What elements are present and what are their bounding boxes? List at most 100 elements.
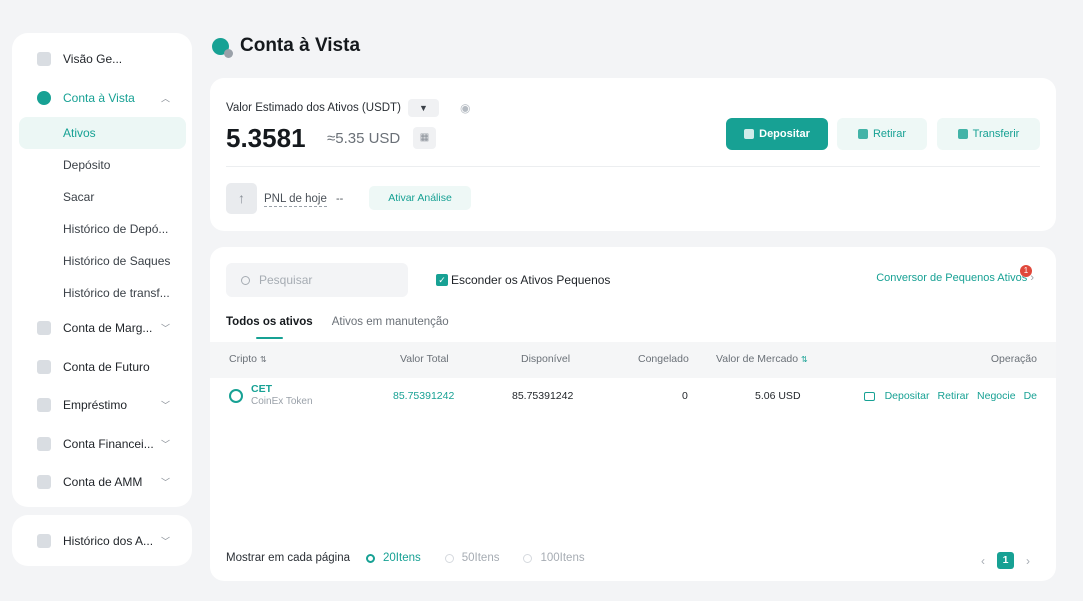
page-header: Conta à Vista	[212, 35, 361, 58]
search-placeholder: Pesquisar	[259, 273, 313, 287]
sidebar-subitem-deposit[interactable]: Depósito	[12, 149, 192, 181]
margin-icon	[37, 321, 51, 336]
coin-full-name: CoinEx Token	[251, 396, 313, 407]
op-trade-link[interactable]: Negocie	[977, 390, 1016, 402]
column-header-crypto[interactable]: Cripto ⇅	[229, 353, 267, 365]
divider	[226, 166, 1040, 167]
page-number-button[interactable]: 1	[997, 552, 1014, 569]
sidebar-subitem-transfer-history[interactable]: Histórico de transf...	[12, 277, 192, 309]
sidebar-history-card: Histórico dos A... ﹀	[12, 515, 192, 566]
chevron-down-icon: ﹀	[160, 477, 170, 488]
table-row: CET CoinEx Token 85.75391242 85.75391242…	[210, 378, 1056, 416]
arrow-up-icon: ↑	[226, 183, 257, 214]
radio-icon	[444, 553, 454, 563]
transfer-button-label: Transferir	[972, 128, 1020, 140]
sidebar-item-margin[interactable]: Conta de Marg... ﹀	[12, 309, 192, 348]
estimated-value-text: Valor Estimado dos Ativos (USDT)	[226, 102, 401, 114]
currency-dropdown[interactable]: ▼	[407, 99, 439, 117]
search-icon	[241, 275, 250, 285]
sidebar-item-futures[interactable]: Conta de Futuro	[12, 348, 192, 387]
column-header-available: Disponível	[521, 353, 571, 365]
converter-label: Conversor de Pequenos Ativos	[876, 272, 1028, 284]
sidebar: Visão Ge... Conta à Vista ︿ Ativos Depós…	[12, 33, 192, 507]
balance-value: 5.3581	[226, 123, 306, 153]
column-label: Cripto	[229, 353, 258, 365]
chevron-down-icon: ﹀	[160, 439, 170, 450]
sidebar-item-overview[interactable]: Visão Ge...	[12, 40, 192, 79]
table-header: Cripto ⇅ Valor Total Disponível Congelad…	[210, 342, 1056, 378]
small-assets-converter-link[interactable]: Conversor de Pequenos Ativos ›	[876, 272, 1034, 284]
deposit-button[interactable]: Depositar	[726, 118, 828, 150]
transfer-button[interactable]: Transferir	[937, 118, 1040, 150]
chart-icon[interactable]: ▦	[413, 127, 436, 149]
available-cell: 85.75391242	[512, 390, 574, 402]
pnl-value: --	[336, 193, 344, 205]
loan-icon	[37, 398, 51, 413]
chevron-down-icon: ▼	[418, 103, 428, 113]
market-value-cell: 5.06 USD	[755, 390, 801, 402]
sidebar-item-label: Conta de Futuro	[63, 359, 150, 374]
activate-analysis-button[interactable]: Ativar Análise	[369, 186, 471, 210]
sort-icon: ⇅	[801, 355, 808, 364]
sidebar-item-financial[interactable]: Conta Financei... ﹀	[12, 425, 192, 464]
search-input[interactable]: Pesquisar	[226, 263, 408, 297]
sidebar-item-label: Conta de Marg...	[63, 321, 153, 336]
sidebar-item-label: Histórico dos A...	[63, 533, 154, 548]
sidebar-subitem-withdraw[interactable]: Sacar	[12, 181, 192, 213]
row-operations: Depositar Retirar Negocie De	[863, 390, 1037, 402]
chevron-left-icon[interactable]: ‹	[981, 554, 985, 568]
estimated-value-label: Valor Estimado dos Ativos (USDT) ▼	[226, 99, 439, 117]
chevron-up-icon: ︿	[160, 93, 170, 104]
radio-selected-icon	[366, 553, 376, 563]
assets-card: Pesquisar ✓ Esconder os Ativos Pequenos …	[210, 247, 1056, 581]
sidebar-subitem-withdraw-history[interactable]: Histórico de Saques	[12, 245, 192, 277]
withdraw-icon	[857, 129, 868, 139]
op-deposit-link[interactable]: Depositar	[885, 390, 930, 402]
sidebar-item-asset-history[interactable]: Histórico dos A... ﹀	[12, 515, 192, 566]
balance-approx-usd: ≈5.35 USD	[327, 130, 401, 147]
chart-icon[interactable]	[863, 392, 875, 401]
pager: ‹ 1 ›	[981, 552, 1030, 569]
page-title: Conta à Vista	[240, 35, 361, 56]
column-header-frozen: Congelado	[638, 353, 689, 365]
option-label: 20Itens	[383, 552, 421, 564]
sidebar-item-label: Empréstimo	[63, 398, 128, 413]
sidebar-item-label: Conta Financei...	[63, 436, 154, 451]
tab-all-assets[interactable]: Todos os ativos	[226, 316, 313, 339]
sidebar-subitem-deposit-history[interactable]: Histórico de Depó...	[12, 213, 192, 245]
total-value-cell[interactable]: 85.75391242	[393, 390, 454, 402]
option-label: 100Itens	[540, 552, 585, 564]
sidebar-item-amm[interactable]: Conta de AMM ﹀	[12, 463, 192, 502]
checkbox-checked-icon[interactable]: ✓	[436, 274, 448, 286]
per-page-label: Mostrar em cada página	[226, 552, 351, 564]
sidebar-item-spot-account[interactable]: Conta à Vista ︿	[12, 79, 192, 118]
futures-icon	[37, 359, 51, 374]
sidebar-item-label: Conta à Vista	[63, 90, 135, 105]
per-page-option-20[interactable]: 20Itens	[366, 552, 421, 564]
eye-icon[interactable]: ◉	[460, 101, 470, 115]
op-more-link[interactable]: De	[1024, 390, 1037, 402]
hide-small-assets-toggle[interactable]: ✓ Esconder os Ativos Pequenos	[436, 273, 610, 287]
pnl-label[interactable]: PNL de hoje	[264, 193, 327, 207]
financial-icon	[37, 436, 51, 451]
chevron-down-icon: ﹀	[160, 323, 170, 334]
pagination-footer: Mostrar em cada página 20Itens 50Itens 1…	[226, 552, 1040, 564]
summary-card: Valor Estimado dos Ativos (USDT) ▼ ◉ 5.3…	[210, 78, 1056, 231]
coinex-token-icon	[229, 389, 243, 403]
column-header-market-value[interactable]: Valor de Mercado ⇅	[716, 353, 808, 365]
spot-account-icon	[212, 37, 233, 58]
per-page-option-50[interactable]: 50Itens	[444, 552, 499, 564]
coin-symbol[interactable]: CET	[251, 383, 272, 395]
deposit-button-label: Depositar	[759, 128, 810, 140]
overview-icon	[37, 52, 51, 67]
withdraw-button-label: Retirar	[872, 128, 906, 140]
per-page-option-100[interactable]: 100Itens	[523, 552, 585, 564]
sidebar-item-loan[interactable]: Empréstimo ﹀	[12, 386, 192, 425]
tab-maintenance-assets[interactable]: Ativos em manutenção	[332, 316, 449, 339]
chevron-right-icon[interactable]: ›	[1026, 554, 1030, 568]
withdraw-button[interactable]: Retirar	[837, 118, 927, 150]
sidebar-subitem-assets[interactable]: Ativos	[19, 117, 186, 149]
op-withdraw-link[interactable]: Retirar	[938, 390, 970, 402]
asset-tabs: Todos os ativos Ativos em manutenção	[226, 316, 449, 339]
amm-icon	[37, 475, 51, 490]
